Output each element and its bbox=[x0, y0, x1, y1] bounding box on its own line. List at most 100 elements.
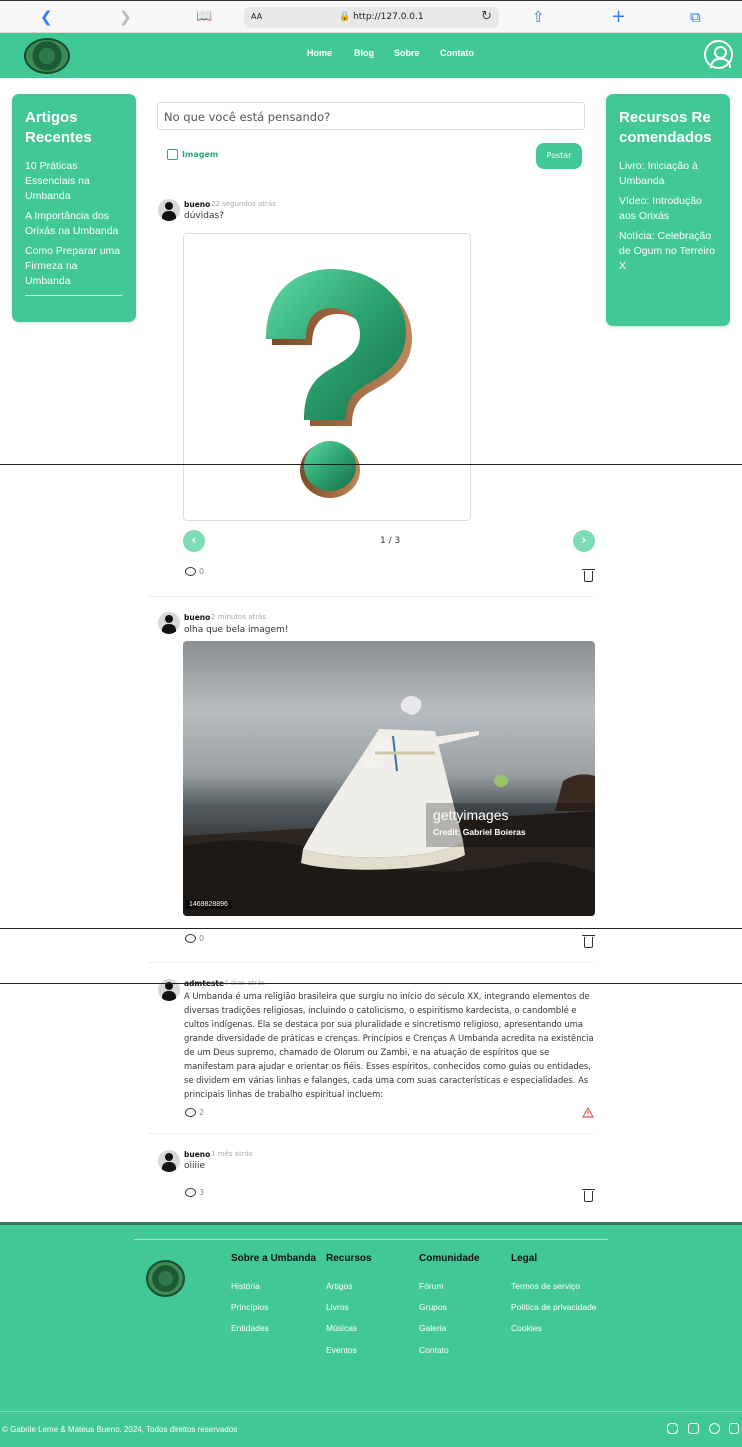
add-image-button[interactable]: Imagem bbox=[167, 149, 218, 160]
footer-link[interactable]: Contato bbox=[419, 1345, 449, 1355]
footer-link[interactable]: Entidades bbox=[231, 1323, 269, 1333]
recommended-resources-card: Recursos Recomendados Livro: Iniciação à… bbox=[606, 94, 730, 326]
article-link[interactable]: A Importância dos Orixás na Umbanda bbox=[25, 209, 123, 239]
forward-icon[interactable]: ❯ bbox=[119, 8, 132, 26]
post-text: A Umbanda é uma religião brasileira que … bbox=[184, 991, 594, 1099]
comment-icon bbox=[185, 1188, 196, 1197]
footer-link[interactable]: Grupos bbox=[419, 1302, 447, 1312]
carousel-prev-button[interactable]: ‹ bbox=[183, 530, 205, 552]
tabs-icon[interactable]: ⧉ bbox=[690, 8, 701, 26]
post-timestamp: 22 segundos atrás bbox=[211, 200, 276, 208]
site-logo[interactable] bbox=[24, 38, 70, 74]
nav-contato[interactable]: Contato bbox=[440, 48, 474, 58]
footer-bottom-divider bbox=[0, 1411, 742, 1412]
recent-articles-title: Artigos Recentes bbox=[25, 109, 92, 146]
comment-icon bbox=[185, 1108, 196, 1117]
comment-count: 3 bbox=[199, 1188, 205, 1197]
nav-home[interactable]: Home bbox=[307, 48, 332, 58]
avatar[interactable] bbox=[158, 199, 180, 221]
footer-link[interactable]: Termos de serviço bbox=[511, 1281, 580, 1291]
footer-link[interactable]: Princípios bbox=[231, 1302, 268, 1312]
post-image-carousel[interactable] bbox=[183, 233, 471, 521]
text-size-button[interactable]: AA bbox=[251, 12, 262, 21]
post-username[interactable]: bueno bbox=[184, 200, 210, 209]
youtube-icon[interactable] bbox=[709, 1423, 720, 1434]
comment-count: 0 bbox=[199, 567, 205, 576]
trash-icon[interactable] bbox=[582, 569, 595, 582]
article-link[interactable]: 10 Práticas Essenciais na Umbanda bbox=[25, 159, 123, 204]
footer-link[interactable]: Artigos bbox=[326, 1281, 352, 1291]
separator-line bbox=[0, 983, 742, 984]
avatar[interactable] bbox=[158, 612, 180, 634]
footer-heading: Recursos bbox=[326, 1253, 372, 1264]
divider bbox=[25, 295, 122, 296]
reload-icon[interactable]: ↻ bbox=[481, 9, 492, 24]
image-icon bbox=[167, 149, 178, 160]
github-icon[interactable] bbox=[729, 1423, 739, 1434]
trash-icon[interactable] bbox=[582, 935, 595, 948]
comment-button[interactable]: 0 bbox=[185, 567, 204, 576]
nav-blog[interactable]: Blog bbox=[354, 48, 374, 58]
resource-link[interactable]: Livro: Iniciação à Umbanda bbox=[619, 159, 717, 189]
post-composer-input[interactable]: No que você está pensando? bbox=[157, 102, 585, 130]
post-username[interactable]: bueno bbox=[184, 1150, 210, 1159]
post-divider bbox=[148, 596, 594, 597]
linkedin-icon[interactable] bbox=[688, 1423, 699, 1434]
browser-toolbar: ❮ ❯ 📖 AA 🔒 http://127.0.0.1 ↻ ⇧ + ⧉ bbox=[0, 0, 742, 33]
post-divider bbox=[148, 1133, 594, 1134]
recommended-resources-title: Recursos Recomendados bbox=[619, 109, 712, 146]
copyright-text: © Gabrile Leme & Mateus Bueno. 2024, Tod… bbox=[2, 1425, 238, 1434]
nav-sobre[interactable]: Sobre bbox=[394, 48, 420, 58]
report-warning-icon[interactable] bbox=[582, 1107, 594, 1118]
comment-button[interactable]: 3 bbox=[185, 1188, 204, 1197]
comment-count: 2 bbox=[199, 1108, 205, 1117]
photo-credit: Credit: Gabriel Boieras bbox=[433, 827, 526, 837]
address-bar[interactable]: AA 🔒 http://127.0.0.1 ↻ bbox=[244, 7, 499, 28]
comment-count: 0 bbox=[199, 934, 205, 943]
resource-link[interactable]: Notícia: Celebração de Ogum no Terreiro … bbox=[619, 229, 717, 274]
post-timestamp: 1 mês atrás bbox=[211, 1150, 253, 1158]
comment-icon bbox=[185, 567, 196, 576]
footer-logo[interactable] bbox=[146, 1260, 185, 1297]
carousel-pager: 1 / 3 bbox=[380, 536, 401, 546]
footer-link[interactable]: Fórum bbox=[419, 1281, 444, 1291]
getty-watermark: gettyimages bbox=[433, 807, 509, 823]
post-timestamp: 2 minutos atrás bbox=[211, 613, 267, 621]
footer-link[interactable]: Músicas bbox=[326, 1323, 357, 1333]
separator-line bbox=[0, 928, 742, 929]
instagram-icon[interactable] bbox=[667, 1423, 678, 1434]
url-text: 🔒 http://127.0.0.1 bbox=[339, 12, 424, 22]
post-divider bbox=[148, 962, 594, 963]
post-username[interactable]: bueno bbox=[184, 613, 210, 622]
trash-icon[interactable] bbox=[582, 1189, 595, 1202]
footer-link[interactable]: Livros bbox=[326, 1302, 349, 1312]
post-text: dúvidas? bbox=[184, 211, 224, 221]
footer-divider bbox=[134, 1239, 608, 1240]
new-tab-icon[interactable]: + bbox=[611, 8, 626, 26]
post-text: olha que bela imagem! bbox=[184, 625, 289, 635]
recent-articles-card: Artigos Recentes 10 Práticas Essenciais … bbox=[12, 94, 136, 322]
avatar[interactable] bbox=[158, 1150, 180, 1172]
footer-link[interactable]: Política de privacidade bbox=[511, 1302, 597, 1312]
bookmarks-icon[interactable]: 📖 bbox=[196, 8, 212, 26]
footer-link[interactable]: Eventos bbox=[326, 1345, 357, 1355]
photo-id: 1469828896 bbox=[185, 900, 232, 909]
post-text: oiiiie bbox=[184, 1161, 206, 1171]
user-profile-icon[interactable] bbox=[704, 40, 733, 69]
post-photo[interactable]: gettyimages Credit: Gabriel Boieras 1469… bbox=[183, 641, 595, 916]
footer-link[interactable]: Cookies bbox=[511, 1323, 542, 1333]
add-image-label: Imagem bbox=[182, 150, 219, 159]
carousel-next-button[interactable]: › bbox=[573, 530, 595, 552]
article-link[interactable]: Como Preparar uma Firmeza na Umbanda bbox=[25, 244, 123, 289]
resource-link[interactable]: Vídeo: Introdução aos Orixás bbox=[619, 194, 717, 224]
share-icon[interactable]: ⇧ bbox=[532, 8, 545, 26]
comment-button[interactable]: 2 bbox=[185, 1108, 204, 1117]
footer-link[interactable]: História bbox=[231, 1281, 260, 1291]
footer-heading: Sobre a Umbanda bbox=[231, 1253, 317, 1264]
question-mark-image bbox=[266, 269, 412, 498]
post-button[interactable]: Postar bbox=[536, 143, 582, 169]
back-icon[interactable]: ❮ bbox=[40, 8, 53, 26]
comment-button[interactable]: 0 bbox=[185, 934, 204, 943]
url-value: http://127.0.0.1 bbox=[353, 12, 424, 22]
footer-link[interactable]: Galeria bbox=[419, 1323, 446, 1333]
